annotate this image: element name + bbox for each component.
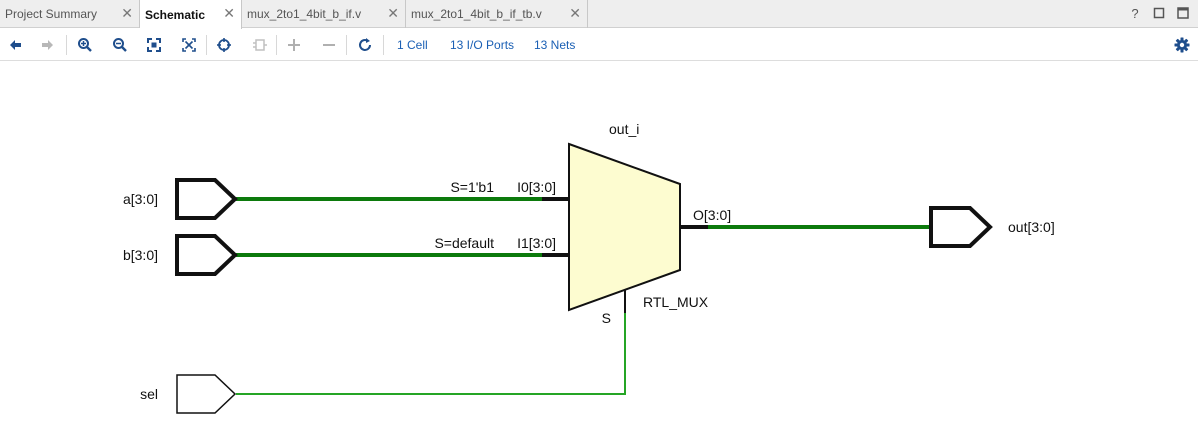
schematic-diagram[interactable]: a[3:0] b[3:0] sel out[3:0] out_i RTL_MUX… [0, 62, 1198, 431]
cells-link[interactable]: 1 Cell [397, 38, 428, 52]
back-arrow-icon[interactable] [5, 35, 25, 55]
input-port-b[interactable] [175, 234, 238, 276]
pin-label-i0: I0[3:0] [517, 179, 556, 195]
output-port-out[interactable] [929, 206, 993, 248]
tab-label: Schematic [145, 7, 206, 22]
pin-label-s: S [602, 310, 611, 326]
tab-bar: Project Summary ✕ Schematic ✕ mux_2to1_4… [0, 0, 1198, 29]
collapse-icon[interactable] [319, 35, 339, 55]
close-icon[interactable]: ✕ [569, 6, 581, 20]
pin-label-i1: I1[3:0] [517, 235, 556, 251]
cell-type-label: RTL_MUX [643, 294, 709, 310]
tab-mux-testbench[interactable]: mux_2to1_4bit_b_if_tb.v ✕ [406, 0, 588, 28]
select-icon[interactable] [214, 35, 234, 55]
zoom-in-icon[interactable] [75, 35, 95, 55]
condition-label-i1: S=default [434, 235, 494, 251]
tab-schematic[interactable]: Schematic ✕ [140, 0, 242, 29]
forward-arrow-icon[interactable] [38, 35, 58, 55]
net-sel[interactable] [236, 313, 626, 395]
input-port-a[interactable] [175, 178, 238, 220]
expand-icon[interactable] [284, 35, 304, 55]
zoom-out-icon[interactable] [110, 35, 130, 55]
condition-label-i0: S=1'b1 [450, 179, 494, 195]
close-icon[interactable]: ✕ [121, 6, 133, 20]
tab-mux-source[interactable]: mux_2to1_4bit_b_if.v ✕ [242, 0, 406, 28]
tab-label: mux_2to1_4bit_b_if_tb.v [411, 7, 542, 21]
maximize-icon[interactable] [1176, 4, 1190, 22]
io-ports-link[interactable]: 13 I/O Ports [450, 38, 514, 52]
close-icon[interactable]: ✕ [387, 6, 399, 20]
rtl-mux-cell[interactable] [568, 142, 681, 312]
toolbar-divider [276, 35, 277, 55]
port-label-sel: sel [140, 386, 158, 402]
pin-label-o: O[3:0] [693, 207, 731, 223]
gear-icon[interactable] [1172, 35, 1192, 55]
route-icon[interactable] [250, 35, 270, 55]
tab-label: mux_2to1_4bit_b_if.v [247, 7, 362, 21]
help-icon[interactable]: ? [1128, 4, 1142, 22]
tab-label: Project Summary [5, 7, 98, 21]
tab-project-summary[interactable]: Project Summary ✕ [0, 0, 140, 28]
port-label-a: a[3:0] [123, 191, 158, 207]
port-label-b: b[3:0] [123, 247, 158, 263]
refresh-icon[interactable] [355, 35, 375, 55]
schematic-toolbar: 1 Cell 13 I/O Ports 13 Nets [0, 29, 1198, 61]
zoom-fit-icon[interactable] [144, 35, 164, 55]
port-label-out: out[3:0] [1008, 219, 1055, 235]
toolbar-divider [66, 35, 67, 55]
window-controls: ? [1128, 4, 1190, 22]
close-icon[interactable]: ✕ [223, 6, 235, 20]
input-port-sel[interactable] [176, 374, 237, 414]
toolbar-divider [346, 35, 347, 55]
restore-icon[interactable] [1152, 4, 1166, 22]
instance-name: out_i [609, 121, 639, 137]
nets-link[interactable]: 13 Nets [534, 38, 575, 52]
zoom-area-icon[interactable] [179, 35, 199, 55]
toolbar-divider [383, 35, 384, 55]
schematic-canvas[interactable]: a[3:0] b[3:0] sel out[3:0] out_i RTL_MUX… [0, 62, 1198, 431]
toolbar-divider [206, 35, 207, 55]
